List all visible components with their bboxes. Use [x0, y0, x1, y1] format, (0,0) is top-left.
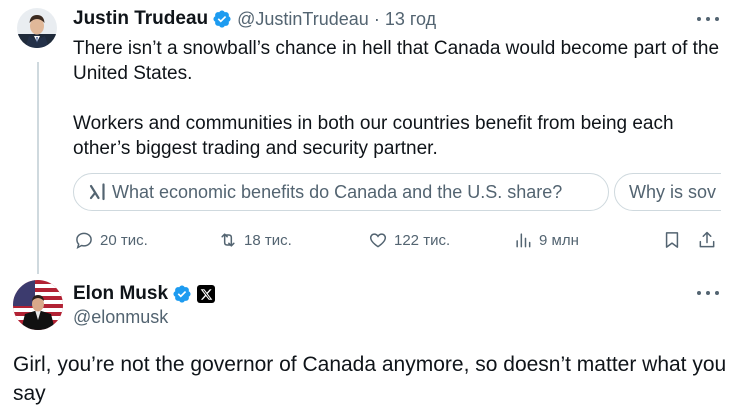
- more-options-icon[interactable]: [697, 14, 719, 24]
- reply-count: 20 тис.: [100, 231, 148, 249]
- repost-button[interactable]: 18 тис.: [218, 226, 292, 254]
- views-icon: [516, 233, 531, 248]
- grok-suggestion-chip[interactable]: What economic benefits do Canada and the…: [73, 173, 609, 211]
- avatar-justin-trudeau[interactable]: [17, 8, 57, 48]
- timestamp[interactable]: 13 год: [385, 9, 436, 30]
- tweet-actions: 20 тис. 18 тис. 122 тис. 9 млн: [0, 226, 738, 254]
- repost-count: 18 тис.: [244, 231, 292, 249]
- repost-icon: [221, 233, 235, 247]
- author-handle[interactable]: @elonmusk: [73, 307, 168, 328]
- share-icon: [699, 231, 715, 248]
- views-count: 9 млн: [539, 231, 579, 249]
- grok-suggestions: What economic benefits do Canada and the…: [73, 173, 721, 213]
- bookmark-icon: [665, 232, 679, 248]
- more-options-icon[interactable]: [697, 288, 719, 298]
- x-logo-icon[interactable]: [197, 285, 216, 303]
- like-button[interactable]: 122 тис.: [368, 226, 450, 254]
- author-handle[interactable]: @JustinTrudeau: [237, 9, 369, 30]
- avatar-elon-musk[interactable]: [13, 280, 63, 330]
- grok-icon: [88, 182, 108, 202]
- views-button[interactable]: 9 млн: [513, 226, 579, 254]
- author-name[interactable]: Justin Trudeau: [73, 8, 208, 30]
- reply-button[interactable]: 20 тис.: [74, 226, 148, 254]
- tweet-text: Girl, you’re not the governor of Canada …: [13, 353, 727, 405]
- like-icon: [369, 233, 387, 248]
- share-button[interactable]: [697, 226, 717, 254]
- reply-icon: [76, 232, 92, 249]
- verified-badge-icon[interactable]: [172, 284, 192, 304]
- tweet-text: There isn’t a snowball’s chance in hell …: [73, 38, 720, 159]
- grok-suggestion-text: Why is sov: [629, 181, 717, 202]
- grok-suggestion-text: What economic benefits do Canada and the…: [112, 181, 563, 202]
- separator-dot: ·: [373, 8, 380, 29]
- bookmark-button[interactable]: [662, 226, 682, 254]
- verified-badge-icon[interactable]: [212, 9, 232, 29]
- like-count: 122 тис.: [394, 231, 451, 249]
- author-name[interactable]: Elon Musk: [73, 283, 168, 305]
- grok-suggestion-chip[interactable]: Why is sov: [614, 173, 721, 211]
